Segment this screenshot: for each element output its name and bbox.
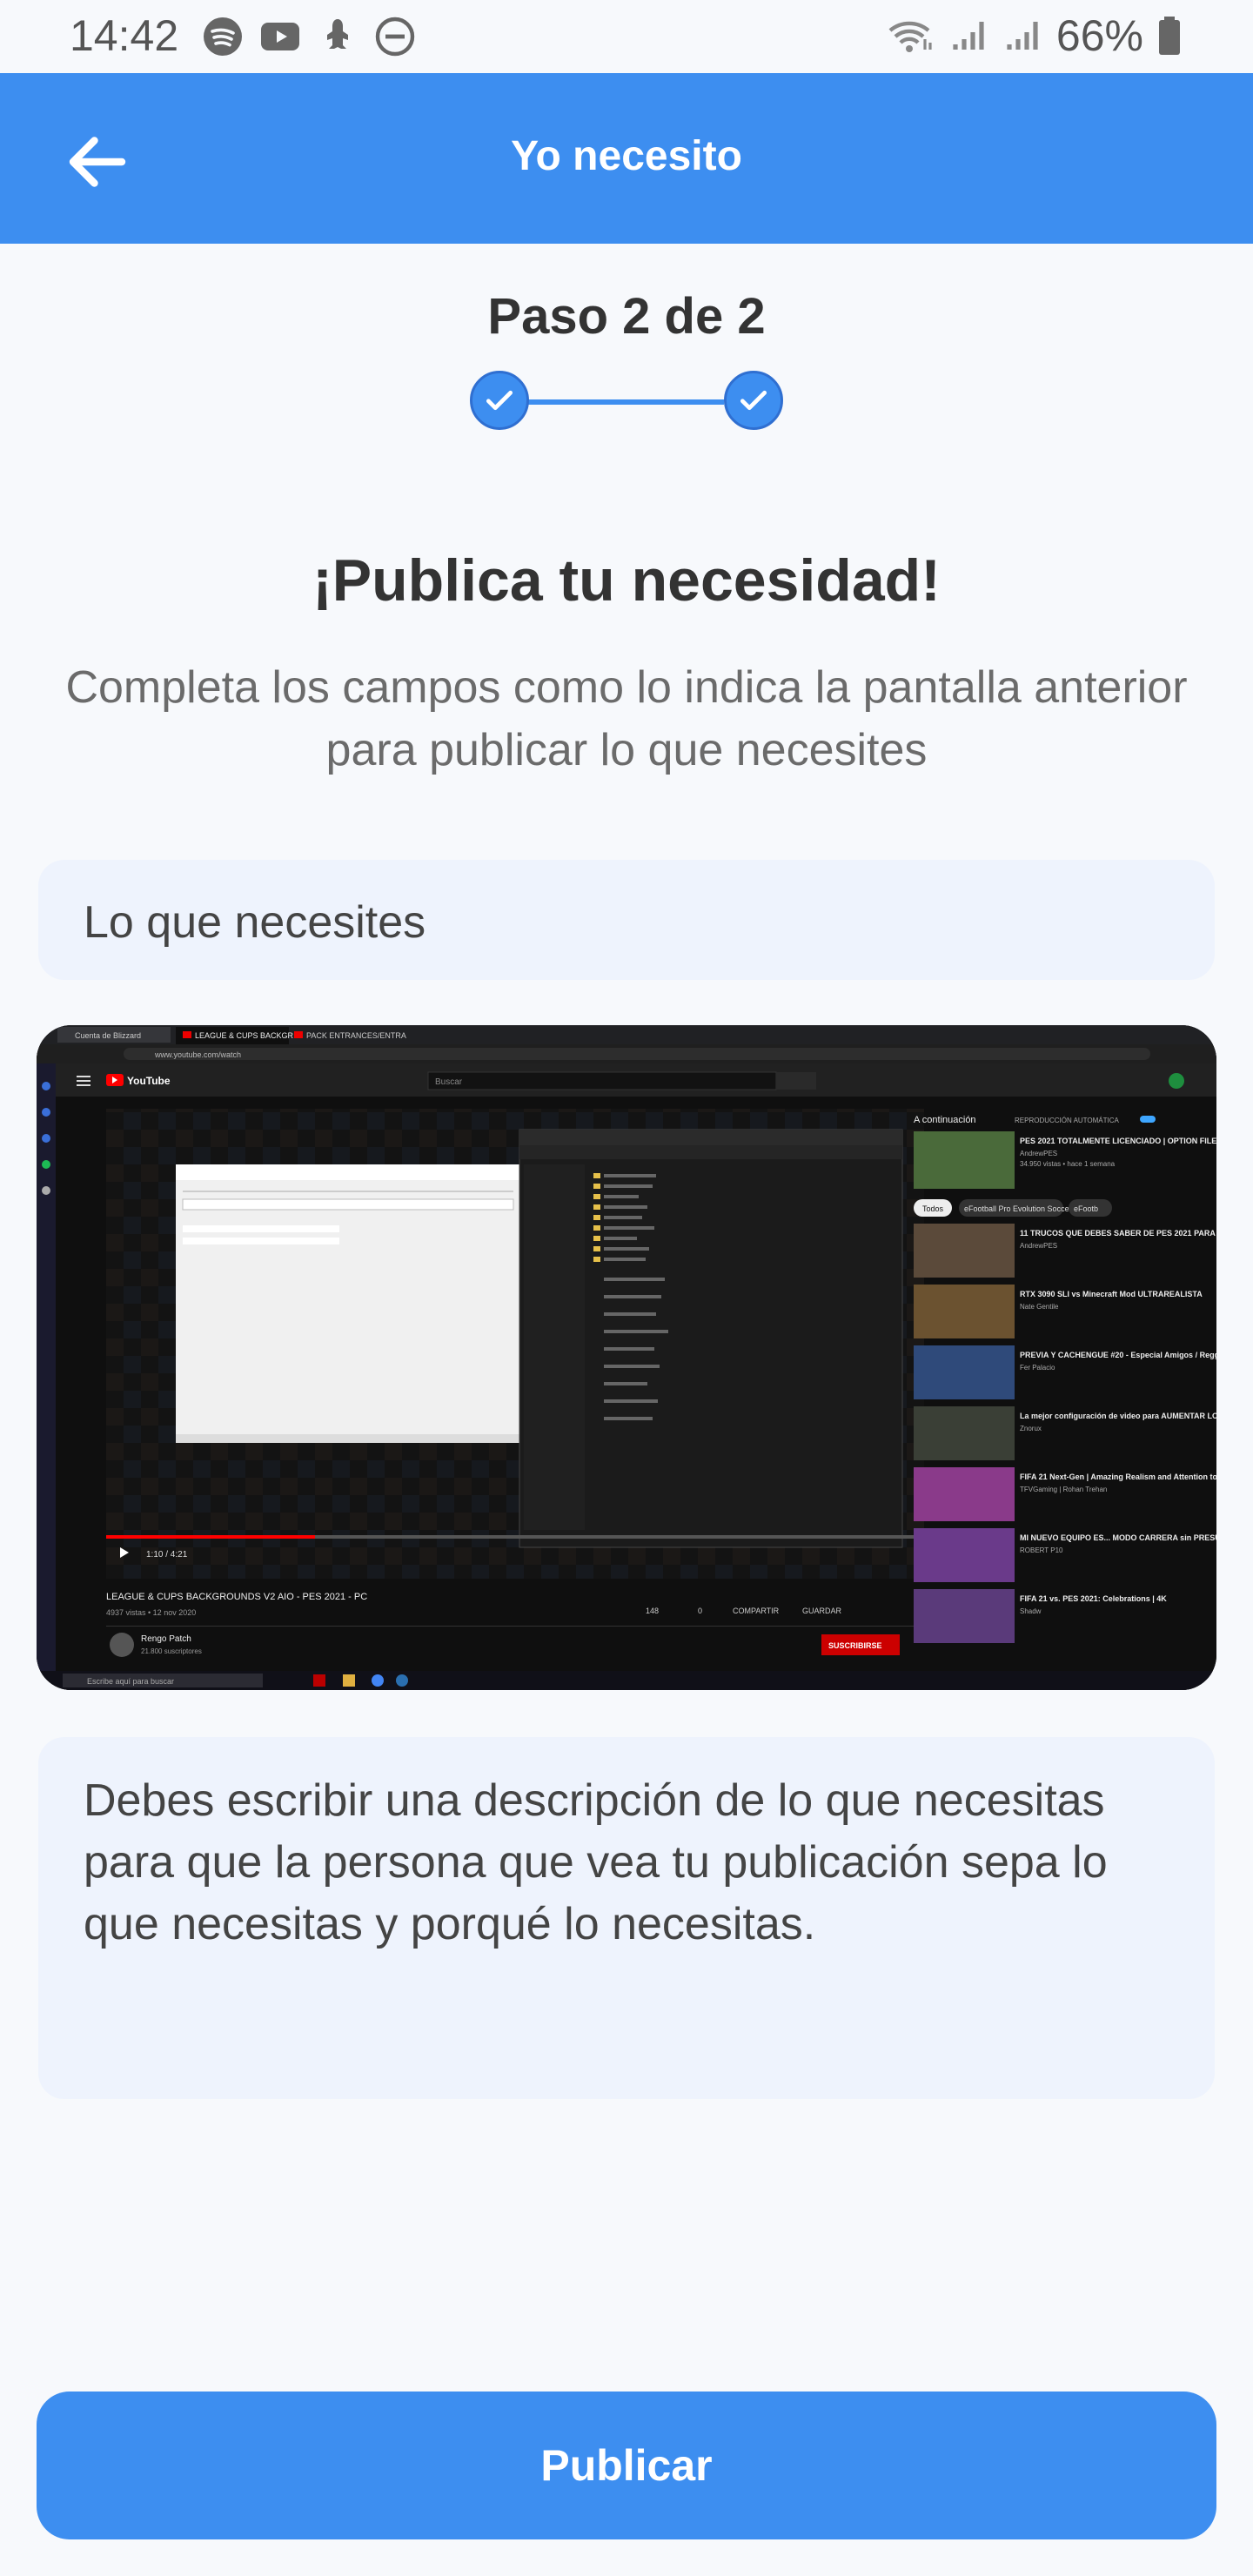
app-title: Yo necesito xyxy=(511,133,742,179)
wifi-icon xyxy=(888,21,932,52)
svg-text:Nate Gentile: Nate Gentile xyxy=(1020,1303,1059,1311)
status-time: 14:42 xyxy=(70,11,179,60)
search-input: Buscar xyxy=(435,1077,463,1087)
step-2-complete xyxy=(724,371,783,430)
step-connector xyxy=(527,399,724,405)
attached-image-preview[interactable]: Cuenta de Blizzard LEAGUE & CUPS BACKGR … xyxy=(37,1025,1216,1690)
signal-icon xyxy=(953,22,984,50)
subscribe-button: SUSCRIBIRSE xyxy=(828,1641,882,1650)
dislikes-count: 0 xyxy=(698,1607,702,1615)
chip: eFootb xyxy=(1074,1204,1098,1213)
check-icon xyxy=(486,390,513,411)
svg-text:Fer Palacio: Fer Palacio xyxy=(1020,1364,1055,1372)
status-bar: 14:42 66% xyxy=(0,0,1253,73)
step-label: Paso 2 de 2 xyxy=(487,288,766,345)
svg-text:AndrewPES: AndrewPES xyxy=(1020,1150,1057,1157)
spotify-icon xyxy=(204,17,242,56)
page-subheading: Completa los campos como lo indica la pa… xyxy=(65,662,1188,775)
stepper xyxy=(470,371,783,433)
svg-text:La mejor configuración de vide: La mejor configuración de video para AUM… xyxy=(1020,1412,1216,1420)
svg-text:FIFA 21 Next-Gen | Amazing Rea: FIFA 21 Next-Gen | Amazing Realism and A… xyxy=(1020,1472,1216,1481)
check-icon xyxy=(740,390,767,411)
description-input[interactable]: Debes escribir una descripción de lo que… xyxy=(38,1737,1215,2099)
browser-tab: Cuenta de Blizzard xyxy=(75,1031,141,1040)
chip: eFootball Pro Evolution Soccer... xyxy=(964,1204,1078,1213)
browser-tab: PACK ENTRANCES/ENTRA xyxy=(306,1031,406,1040)
battery-icon xyxy=(1159,17,1180,55)
app-bar: Yo necesito xyxy=(0,73,1253,244)
svg-text:11 TRUCOS QUE DEBES SABER DE P: 11 TRUCOS QUE DEBES SABER DE PES 2021 PA… xyxy=(1020,1229,1216,1238)
video-title: LEAGUE & CUPS BACKGROUNDS V2 AIO - PES 2… xyxy=(106,1592,367,1602)
status-icons-right: 66% xyxy=(886,10,1183,61)
do-not-disturb-icon xyxy=(375,17,415,57)
browser-tab: LEAGUE & CUPS BACKGR xyxy=(195,1031,294,1040)
share-label: COMPARTIR xyxy=(733,1607,780,1615)
up-next-label: A continuación xyxy=(914,1115,976,1125)
battery-percentage: 66% xyxy=(1055,11,1143,60)
chip: Todos xyxy=(922,1204,944,1213)
page-heading: ¡Publica tu necesidad! xyxy=(312,547,941,614)
likes-count: 148 xyxy=(646,1607,659,1615)
save-label: GUARDAR xyxy=(802,1607,842,1615)
title-input[interactable]: Lo que necesites xyxy=(38,860,1215,980)
youtube-icon xyxy=(261,23,299,50)
video-time: 1:10 / 4:21 xyxy=(146,1550,188,1560)
svg-text:Znorux: Znorux xyxy=(1020,1425,1042,1432)
channel-subs: 21.800 suscriptores xyxy=(141,1647,202,1655)
svg-text:TFVGaming | Rohan Trehan: TFVGaming | Rohan Trehan xyxy=(1020,1486,1107,1493)
svg-text:FIFA 21 vs. PES 2021: Celebrat: FIFA 21 vs. PES 2021: Celebrations | 4K xyxy=(1020,1594,1167,1603)
signal-icon-2 xyxy=(1007,22,1038,50)
channel-name: Rengo Patch xyxy=(141,1634,191,1644)
svg-text:PREVIA Y CACHENGUE #20 - Espec: PREVIA Y CACHENGUE #20 - Especial Amigos… xyxy=(1020,1351,1216,1359)
svg-text:MI NUEVO EQUIPO ES... MODO CAR: MI NUEVO EQUIPO ES... MODO CARRERA sin P… xyxy=(1020,1533,1216,1542)
publish-button[interactable]: Publicar xyxy=(37,2392,1216,2539)
step-1-complete xyxy=(470,371,529,430)
svg-text:Shadw: Shadw xyxy=(1020,1607,1042,1615)
app-notification-icon xyxy=(327,19,348,49)
svg-text:PES 2021 TOTALMENTE LICENCIADO: PES 2021 TOTALMENTE LICENCIADO | OPTION … xyxy=(1020,1137,1216,1145)
status-icons-left xyxy=(202,16,416,57)
browser-url: www.youtube.com/watch xyxy=(154,1050,241,1059)
autoplay-label: REPRODUCCIÓN AUTOMÁTICA xyxy=(1015,1117,1120,1124)
svg-text:YouTube: YouTube xyxy=(127,1075,171,1087)
svg-text:RTX 3090 SLI vs Minecraft Mod: RTX 3090 SLI vs Minecraft Mod ULTRAREALI… xyxy=(1020,1290,1203,1298)
taskbar-search: Escribe aquí para buscar xyxy=(87,1677,174,1686)
svg-text:ROBERT P10: ROBERT P10 xyxy=(1020,1546,1063,1554)
svg-text:34.950 vistas • hace 1 semana: 34.950 vistas • hace 1 semana xyxy=(1020,1160,1116,1168)
video-meta: 4937 vistas • 12 nov 2020 xyxy=(106,1608,196,1617)
svg-text:AndrewPES: AndrewPES xyxy=(1020,1242,1057,1250)
